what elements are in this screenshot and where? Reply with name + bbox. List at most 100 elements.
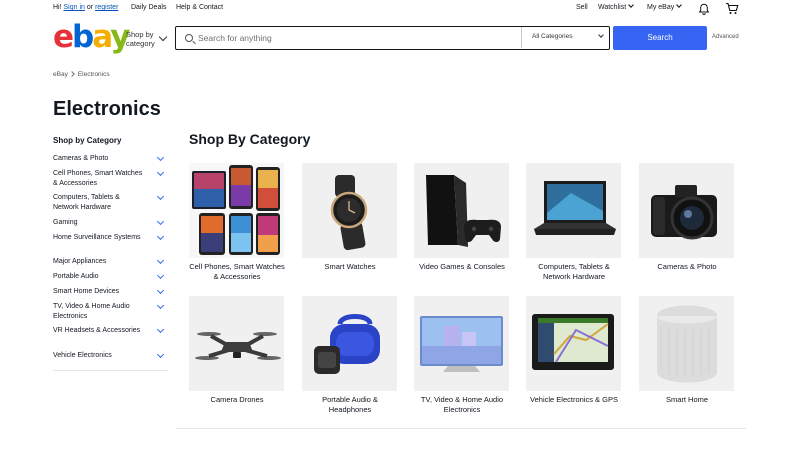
or-text: or [86,4,94,11]
sidebar-item-vr-headsets[interactable]: VR Headsets & Accessories [53,325,168,336]
logo-letter-a: a [92,19,112,55]
category-card-cameras[interactable]: Cameras & Photo [639,163,735,272]
category-card-tv-video[interactable]: TV, Video & Home Audio Electronics [414,296,510,415]
sidebar-item-cameras-photo[interactable]: Cameras & Photo [53,153,168,164]
shop-by-category-button[interactable]: Shop by category [126,30,155,48]
sidebar-item-portable-audio[interactable]: Portable Audio [53,271,168,282]
category-select[interactable]: All Categories [521,27,609,48]
category-image [639,296,734,391]
search-bar: All Categories [175,26,610,50]
gps-icon [526,296,621,391]
register-link[interactable]: register [95,4,118,11]
sidebar-item-label: Computers, Tablets & Network Hardware [53,194,120,211]
greeting-text: Hi! Sign in or register [53,4,118,11]
category-card-smart-watches[interactable]: Smart Watches [302,163,398,272]
category-card-computers[interactable]: Computers, Tablets & Network Hardware [526,163,622,282]
laptop-icon [526,163,621,258]
camera-icon [639,163,734,258]
chevron-right-icon [68,71,75,77]
category-card-portable-audio[interactable]: Portable Audio & Headphones [302,296,398,415]
sidebar-item-label: Gaming [53,219,78,226]
smartwatch-icon [302,163,397,258]
phones-icon [189,163,284,258]
category-label: Smart Home [665,395,709,404]
page-title: Electronics [53,98,161,120]
category-image [302,296,397,391]
sidebar-item-smart-home[interactable]: Smart Home Devices [53,286,168,297]
ebay-logo[interactable]: ebay [53,19,130,55]
watchlist-label: Watchlist [598,4,627,11]
category-image [414,163,509,258]
category-label: Smart Watches [324,262,376,271]
sidebar-item-cell-phones[interactable]: Cell Phones, Smart Watches & Accessories [53,168,168,188]
chevron-down-icon[interactable] [156,325,165,334]
sidebar-item-label: Cameras & Photo [53,155,109,162]
chevron-down-icon[interactable] [156,192,165,201]
sidebar-item-label: Major Appliances [53,258,107,265]
sidebar-item-label: Smart Home Devices [53,288,120,295]
category-card-smart-home[interactable]: Smart Home [639,296,735,405]
sidebar-item-tv-video[interactable]: TV, Video & Home Audio Electronics [53,301,168,321]
category-image [414,296,509,391]
chevron-down-icon[interactable] [156,286,165,295]
sidebar-item-vehicle-electronics[interactable]: Vehicle Electronics [53,350,168,361]
sign-in-link[interactable]: Sign in [64,4,85,11]
speaker-icon [302,296,397,391]
logo-letter-b: b [72,19,94,55]
category-label: Video Games & Consoles [419,262,505,271]
chevron-down-icon[interactable] [156,301,165,310]
tv-icon [414,296,509,391]
category-card-drones[interactable]: Camera Drones [189,296,285,405]
category-label: Camera Drones [210,395,264,404]
sidebar-item-computers[interactable]: Computers, Tablets & Network Hardware [53,192,168,212]
sidebar-item-major-appliances[interactable]: Major Appliances [53,256,168,267]
chevron-down-icon[interactable] [158,32,168,42]
chevron-down-icon[interactable] [156,217,165,226]
my-ebay-menu[interactable]: My eBay [647,2,683,11]
category-label: Cell Phones, Smart Watches & Accessories [189,262,285,281]
chevron-down-icon[interactable] [156,271,165,280]
category-label: TV, Video & Home Audio Electronics [420,395,504,414]
notification-bell-icon[interactable] [698,3,710,15]
category-card-cell-phones[interactable]: Cell Phones, Smart Watches & Accessories [189,163,285,282]
category-card-vehicle-electronics[interactable]: Vehicle Electronics & GPS [526,296,622,405]
chevron-down-icon[interactable] [156,350,165,359]
sell-link[interactable]: Sell [576,4,588,11]
category-label: Vehicle Electronics & GPS [530,395,618,404]
sidebar-item-label: Cell Phones, Smart Watches & Accessories [53,170,143,187]
chevron-down-icon [598,32,604,38]
content-divider [176,428,746,429]
category-image [526,163,621,258]
smart-speaker-icon [639,296,734,391]
section-title: Shop By Category [189,131,311,147]
sidebar-item-label: Home Surveillance Systems [53,234,141,241]
cart-icon[interactable] [725,2,739,15]
category-label: Cameras & Photo [657,262,717,271]
drone-icon [189,296,284,391]
sidebar-heading: Shop by Category [53,136,122,145]
sidebar-item-gaming[interactable]: Gaming [53,217,168,228]
breadcrumb-root[interactable]: eBay [53,71,68,78]
category-image [189,163,284,258]
help-contact-link[interactable]: Help & Contact [176,4,223,11]
breadcrumb-current: Electronics [77,71,110,78]
sidebar-item-home-surveillance[interactable]: Home Surveillance Systems [53,232,168,243]
chevron-down-icon[interactable] [156,168,165,177]
shop-by-line1: Shop by [126,30,154,39]
sidebar-item-label: VR Headsets & Accessories [53,327,141,334]
category-select-value: All Categories [532,33,573,40]
category-card-video-games[interactable]: Video Games & Consoles [414,163,510,272]
search-input[interactable] [198,31,498,45]
chevron-down-icon[interactable] [156,256,165,265]
chevron-down-icon [628,2,634,8]
top-utility-bar: Hi! Sign in or register Daily Deals Help… [0,0,800,18]
chevron-down-icon[interactable] [156,153,165,162]
advanced-search-link[interactable]: Advanced [712,34,739,40]
daily-deals-link[interactable]: Daily Deals [131,4,166,11]
shop-by-line2: category [126,39,155,48]
chevron-down-icon[interactable] [156,232,165,241]
sidebar-item-label: Portable Audio [53,273,99,280]
search-button[interactable]: Search [613,26,707,50]
watchlist-menu[interactable]: Watchlist [598,2,634,11]
breadcrumb: eBay Electronics [53,71,110,78]
